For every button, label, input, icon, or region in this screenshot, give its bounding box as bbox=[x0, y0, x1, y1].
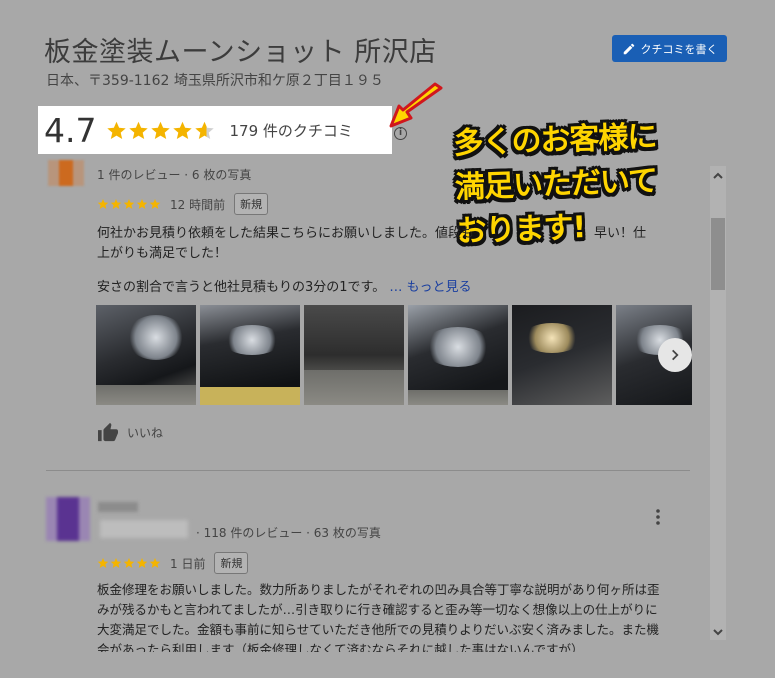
star-icon bbox=[97, 558, 109, 568]
like-label: いいね bbox=[127, 425, 164, 440]
review-count: 179 件のクチコミ bbox=[229, 121, 353, 140]
rating-stars bbox=[106, 120, 215, 141]
review-photo[interactable] bbox=[304, 305, 404, 405]
review-text-line: みが残るかもと言われてましたが…引き取りに行き確認すると歪み等一切なく想像以上の… bbox=[97, 602, 658, 617]
reviewer-meta[interactable]: · 118 件のレビュー · 63 枚の写真 bbox=[196, 524, 381, 541]
star-icon bbox=[110, 558, 122, 568]
review-photos bbox=[96, 305, 692, 405]
business-address: 日本、〒359-1162 埼玉県所沢市和ケ原２丁目１９５ bbox=[46, 73, 384, 89]
like-button[interactable]: いいね bbox=[97, 422, 163, 442]
chevron-right-icon bbox=[672, 349, 679, 361]
star-icon bbox=[110, 199, 122, 209]
pencil-icon bbox=[623, 43, 634, 54]
arrow-annotation-icon bbox=[389, 82, 443, 128]
scroll-up-icon[interactable] bbox=[712, 170, 724, 180]
star-icon bbox=[107, 121, 127, 139]
star-icon bbox=[149, 558, 161, 568]
review-text-line: 上がりも満足でした！ bbox=[97, 246, 228, 261]
review-photo[interactable] bbox=[408, 305, 508, 405]
star-icon bbox=[129, 121, 149, 139]
rating-summary: 4.7 179 件のクチコミ bbox=[38, 106, 392, 154]
review-time: 1 日前 bbox=[170, 556, 206, 571]
photos-next-button[interactable] bbox=[658, 338, 692, 372]
scrollbar-thumb[interactable] bbox=[711, 218, 725, 290]
avatar[interactable] bbox=[48, 160, 84, 186]
write-review-label: クチコミを書く bbox=[640, 42, 718, 56]
star-icon bbox=[173, 121, 193, 139]
review-stars: 1 日前 新規 bbox=[97, 552, 249, 574]
star-icon bbox=[123, 558, 135, 568]
business-title: 板金塗装ムーンショット 所沢店 bbox=[44, 37, 437, 68]
thumbs-up-icon bbox=[98, 422, 118, 442]
review-photo[interactable] bbox=[512, 305, 612, 405]
review-time: 12 時間前 bbox=[170, 197, 226, 212]
review-divider bbox=[46, 470, 690, 471]
reviewer-meta[interactable]: 1 件のレビュー · 6 枚の写真 bbox=[97, 166, 251, 183]
star-icon bbox=[97, 199, 109, 209]
review-text-line: 早い！仕 bbox=[594, 226, 647, 241]
review-text-line: 大変満足でした。金額も事前に知らせていただき他所での見積りよりだいぶ安く済みまし… bbox=[97, 622, 660, 637]
write-review-button[interactable]: クチコミを書く bbox=[612, 35, 727, 62]
review-photo[interactable] bbox=[96, 305, 196, 405]
review-text: 何社かお見積り依頼をした結果こちらにお願いしました。値段も 早い！仕 上がりも満足… bbox=[97, 224, 646, 298]
review-photo[interactable] bbox=[200, 305, 300, 405]
avatar[interactable] bbox=[46, 497, 90, 541]
review-text-line: 会があったら利用します（板金修理しなくて済むならそれに越した事はないんですが） bbox=[97, 642, 584, 652]
reviews-panel: 板金塗装ムーンショット 所沢店 日本、〒359-1162 埼玉県所沢市和ケ原２丁… bbox=[0, 0, 775, 678]
star-icon bbox=[151, 121, 171, 139]
star-half-icon bbox=[195, 121, 215, 139]
more-options-icon[interactable] bbox=[652, 508, 664, 526]
more-link[interactable]: … もっと見る bbox=[389, 280, 471, 295]
reviewer-name-blurred[interactable] bbox=[98, 502, 138, 512]
review-text-line: 何社かお見積り依頼をした結果こちらにお願いしました。値段も bbox=[97, 226, 475, 241]
star-icon bbox=[136, 199, 148, 209]
review-text-line: 安さの割合で言うと他社見積もりの3分の1です。 bbox=[97, 280, 386, 295]
reviewer-label-blurred bbox=[100, 520, 188, 538]
new-badge: 新規 bbox=[234, 193, 269, 215]
review-text-line: 板金修理をお願いしました。数力所ありましたがそれぞれの凹み具合等丁寧な説明があり… bbox=[97, 582, 660, 597]
rating-value: 4.7 bbox=[44, 110, 97, 150]
star-icon bbox=[123, 199, 135, 209]
scroll-down-icon[interactable] bbox=[712, 628, 724, 638]
new-badge: 新規 bbox=[214, 552, 249, 574]
review-stars: 12 時間前 新規 bbox=[97, 193, 269, 215]
star-icon bbox=[149, 199, 161, 209]
review-text: 板金修理をお願いしました。数力所ありましたがそれぞれの凹み具合等丁寧な説明があり… bbox=[97, 580, 697, 652]
star-icon bbox=[136, 558, 148, 568]
